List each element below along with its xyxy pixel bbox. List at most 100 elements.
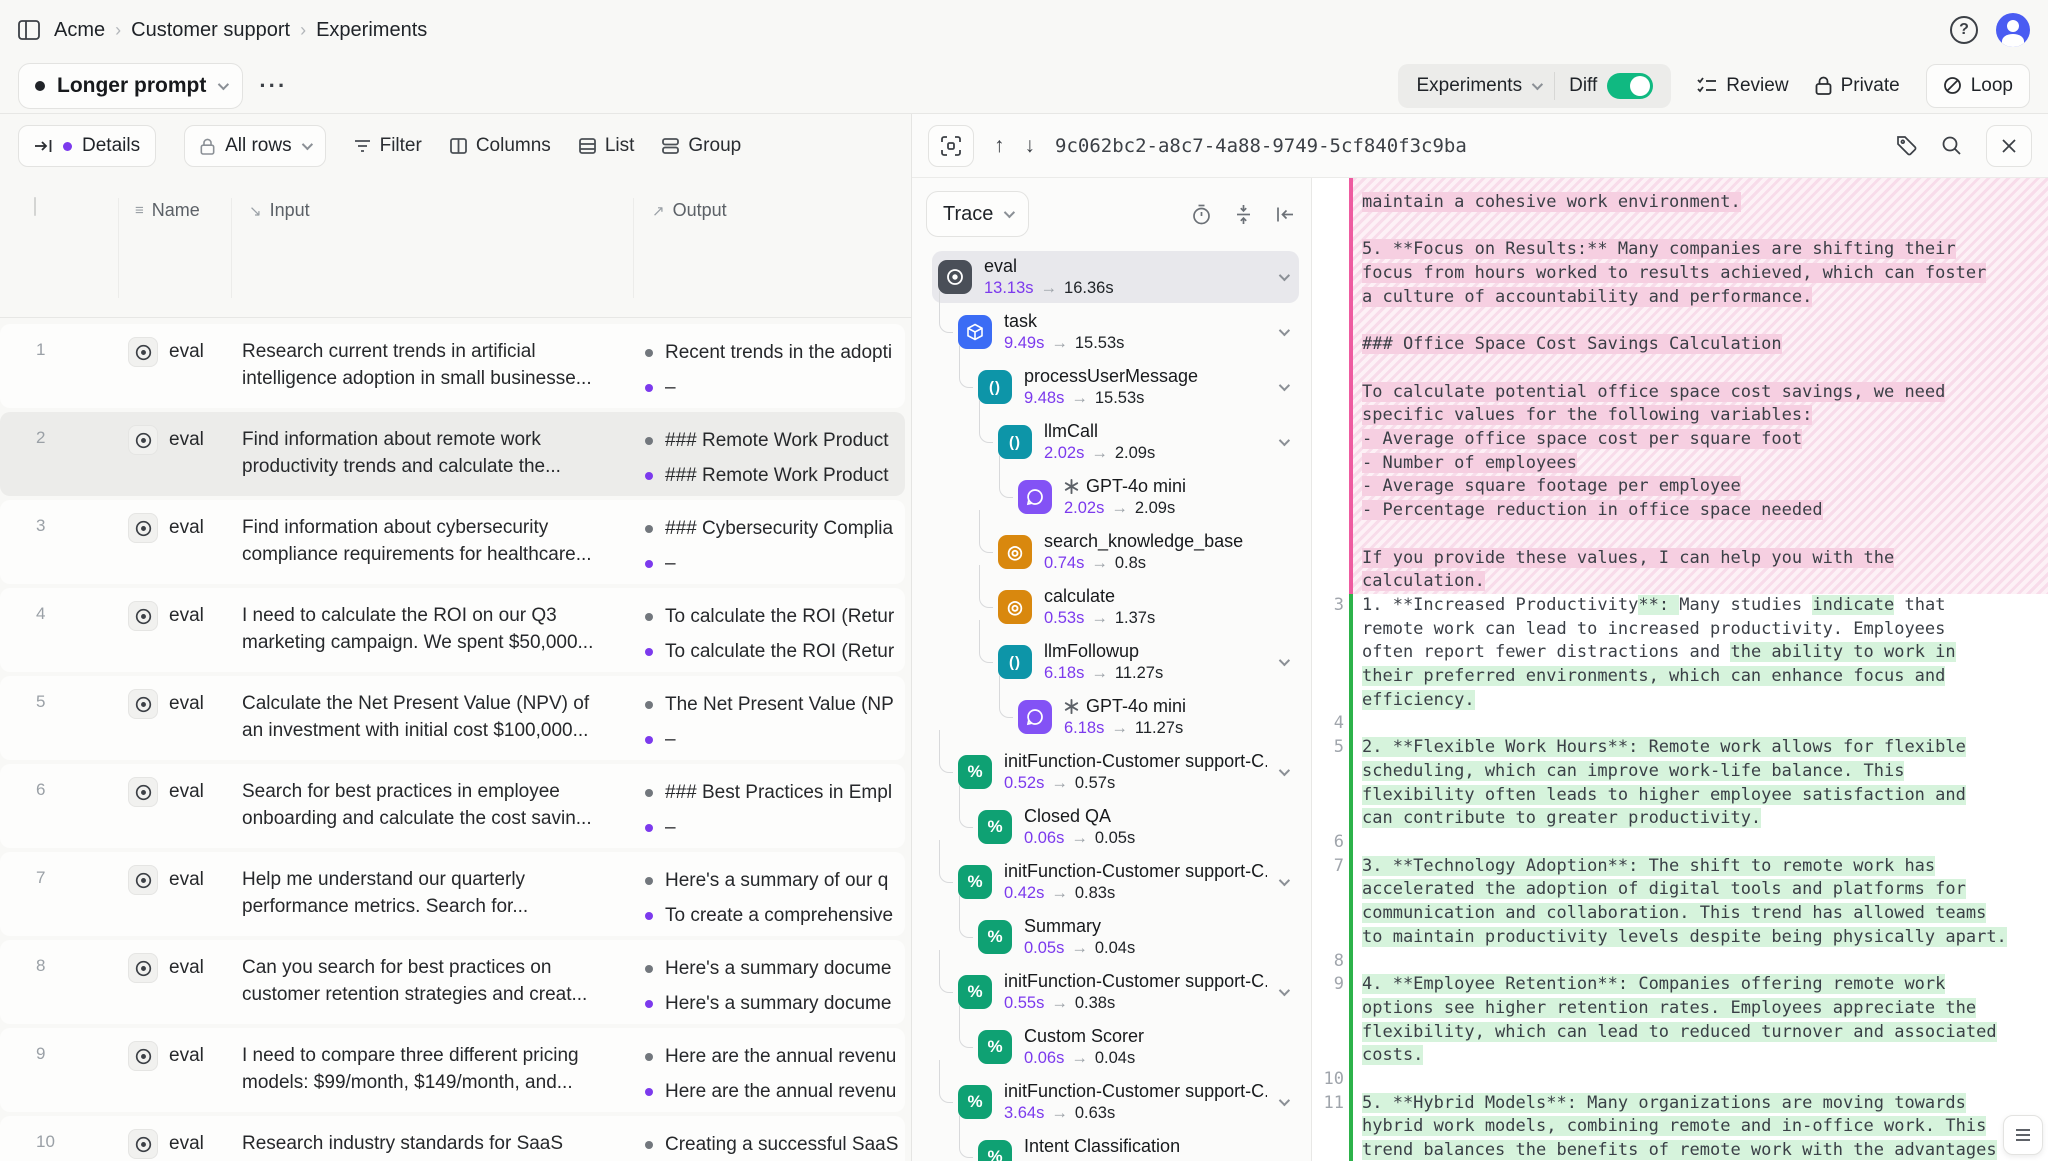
select-all-checkbox[interactable] xyxy=(34,197,36,216)
chevron-down-icon[interactable] xyxy=(1279,380,1290,391)
span-type-icon: % xyxy=(978,920,1012,954)
column-header-output[interactable]: ↗Output xyxy=(652,200,911,221)
trace-span-row[interactable]: task 9.49s→15.53s xyxy=(952,306,1299,358)
row-number: 6 xyxy=(0,764,112,848)
table-row[interactable]: 9 eval I need to compare three different… xyxy=(0,1028,905,1112)
arrow-to-bar-icon xyxy=(34,138,53,154)
trace-span-row[interactable]: GPT-4o mini 6.18s→11.27s xyxy=(1012,691,1299,743)
trace-span-row[interactable]: % Closed QA 0.06s→0.05s xyxy=(972,801,1299,853)
trace-view-selector[interactable]: Trace xyxy=(926,191,1029,237)
text-options-button[interactable] xyxy=(2003,1115,2043,1155)
lock-icon xyxy=(1815,76,1832,95)
table-row[interactable]: 1 eval Research current trends in artifi… xyxy=(0,324,905,408)
table-row[interactable]: 4 eval I need to calculate the ROI on ou… xyxy=(0,588,905,672)
diff-removed-line: If you provide these values, I can help … xyxy=(1362,547,2042,571)
timer-icon[interactable] xyxy=(1192,204,1211,225)
chevron-down-icon[interactable] xyxy=(1279,985,1290,996)
trace-span-row[interactable]: % initFunction-Customer support-C... 3.6… xyxy=(952,1076,1299,1128)
trace-span-row[interactable]: % Summary 0.05s→0.04s xyxy=(972,911,1299,963)
trace-span-row[interactable]: % initFunction-Customer support-C... 0.5… xyxy=(952,746,1299,798)
table-row[interactable]: 6 eval Search for best practices in empl… xyxy=(0,764,905,848)
chevron-down-icon[interactable] xyxy=(1279,435,1290,446)
help-icon[interactable]: ? xyxy=(1950,16,1978,44)
tag-icon[interactable] xyxy=(1896,135,1917,156)
experiment-selector[interactable]: Longer prompt xyxy=(18,63,243,109)
columns-button[interactable]: Columns xyxy=(450,135,551,157)
diff-toggle[interactable] xyxy=(1607,73,1653,99)
trace-span-row[interactable]: ◎ calculate 0.53s→1.37s xyxy=(992,581,1299,633)
table-row[interactable]: 10 eval Research industry standards for … xyxy=(0,1116,905,1161)
chevron-down-icon[interactable] xyxy=(1279,765,1290,776)
breadcrumb-org[interactable]: Acme xyxy=(54,19,105,42)
list-view-button[interactable]: List xyxy=(579,135,635,157)
private-button[interactable]: Private xyxy=(1815,75,1900,97)
arrow-right-icon: → xyxy=(1064,1049,1095,1067)
previous-row-button[interactable]: ↑ xyxy=(994,134,1005,158)
view-diff-group: Experiments Diff xyxy=(1398,64,1671,108)
line-number: 5 xyxy=(1318,736,1344,760)
chevron-down-icon[interactable] xyxy=(1279,1095,1290,1106)
eval-icon xyxy=(128,865,158,895)
table-row[interactable]: 8 eval Can you search for best practices… xyxy=(0,940,905,1024)
span-duration-compare: 15.53s xyxy=(1095,389,1145,407)
span-duration-primary: 9.49s xyxy=(1004,334,1044,352)
all-rows-filter[interactable]: All rows xyxy=(184,125,326,167)
eval-icon xyxy=(128,513,158,543)
table-row[interactable]: 7 eval Help me understand our quarterly … xyxy=(0,852,905,936)
table-row[interactable]: 5 eval Calculate the Net Present Value (… xyxy=(0,676,905,760)
trace-span-row[interactable]: ◎ search_knowledge_base 0.74s→0.8s xyxy=(992,526,1299,578)
diff-added-paragraph: 6 xyxy=(1362,831,2042,855)
trace-span-row[interactable]: () processUserMessage 9.48s→15.53s xyxy=(972,361,1299,413)
skip-to-start-icon[interactable] xyxy=(1276,206,1295,223)
table-row[interactable]: 3 eval Find information about cybersecur… xyxy=(0,500,905,584)
diff-added-line: can contribute to greater productivity. xyxy=(1362,807,2042,831)
collapse-vertical-icon[interactable] xyxy=(1235,204,1252,225)
sidebar-toggle-icon[interactable] xyxy=(18,20,40,40)
diff-added-paragraph: 94. **Employee Retention**: Companies of… xyxy=(1362,973,2042,1068)
output-preview-line: – xyxy=(645,377,905,399)
row-name: eval xyxy=(169,601,204,627)
details-button[interactable]: Details xyxy=(18,125,156,167)
trace-span-row[interactable]: () llmCall 2.02s→2.09s xyxy=(992,416,1299,468)
column-header-name[interactable]: ≡Name xyxy=(135,200,231,221)
next-row-button[interactable]: ↓ xyxy=(1025,134,1036,158)
trace-span-row[interactable]: () llmFollowup 6.18s→11.27s xyxy=(992,636,1299,688)
span-type-icon: % xyxy=(958,755,992,789)
group-button[interactable]: Group xyxy=(662,135,741,157)
trace-span-row[interactable]: % Custom Scorer 0.06s→0.04s xyxy=(972,1021,1299,1073)
search-icon[interactable] xyxy=(1941,135,1962,156)
avatar[interactable] xyxy=(1996,13,2030,47)
chevron-down-icon[interactable] xyxy=(1279,875,1290,886)
trace-span-row[interactable]: % initFunction-Customer support-C... 0.5… xyxy=(952,966,1299,1018)
trace-span-row[interactable]: % initFunction-Customer support-C... 0.4… xyxy=(952,856,1299,908)
row-name: eval xyxy=(169,865,204,891)
arrow-right-icon: → xyxy=(1084,664,1115,682)
group-label: Group xyxy=(688,135,741,157)
trace-span-row[interactable]: eval 13.13s→16.36s xyxy=(932,251,1299,303)
trace-span-row[interactable]: GPT-4o mini 2.02s→2.09s xyxy=(1012,471,1299,523)
overflow-menu-button[interactable]: ··· xyxy=(259,73,287,99)
chevron-down-icon[interactable] xyxy=(1279,655,1290,666)
span-type-icon: () xyxy=(998,645,1032,679)
expand-trace-button[interactable] xyxy=(928,125,974,167)
filter-button[interactable]: Filter xyxy=(354,135,422,157)
span-type-icon: ◎ xyxy=(998,535,1032,569)
output-text: Here's a summary docume xyxy=(665,993,891,1015)
trace-span-row[interactable]: % Intent Classification 0.43s→0.03s xyxy=(972,1131,1299,1161)
loop-button[interactable]: Loop xyxy=(1926,64,2030,108)
eval-icon xyxy=(128,689,158,719)
breadcrumb-project[interactable]: Customer support xyxy=(131,19,290,42)
chevron-down-icon[interactable] xyxy=(1279,325,1290,336)
group-icon xyxy=(662,138,679,154)
columns-icon xyxy=(450,138,467,154)
span-durations: 0.05s→0.04s xyxy=(1024,939,1287,958)
column-header-input[interactable]: ↘Input xyxy=(249,200,633,221)
chevron-down-icon[interactable] xyxy=(1279,270,1290,281)
close-panel-button[interactable] xyxy=(1986,125,2032,167)
breadcrumb-page[interactable]: Experiments xyxy=(316,19,427,42)
table-row[interactable]: 2 eval Find information about remote wor… xyxy=(0,412,905,496)
arrow-right-icon: → xyxy=(1044,1104,1075,1122)
review-button[interactable]: Review xyxy=(1697,75,1788,97)
diff-removed-line: - Average office space cost per square f… xyxy=(1362,428,2042,452)
view-selector[interactable]: Experiments xyxy=(1402,64,1554,108)
